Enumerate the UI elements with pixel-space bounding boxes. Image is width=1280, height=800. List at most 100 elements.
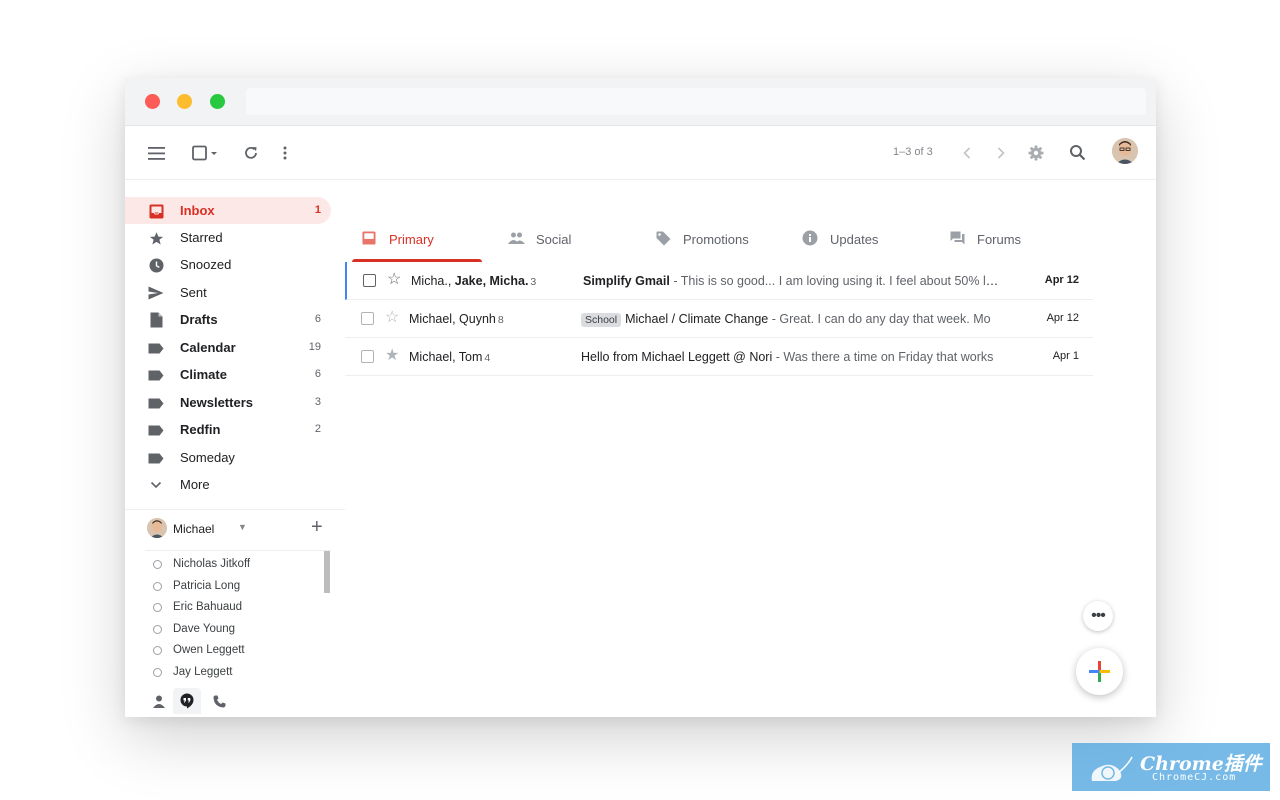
sidebar-item-redfin[interactable]: Redfin 2 bbox=[125, 416, 331, 443]
item-count: 19 bbox=[308, 341, 321, 353]
toolbar: 1–3 of 3 bbox=[125, 126, 1156, 180]
menu-icon[interactable] bbox=[145, 142, 167, 164]
sidebar-item-newsletters[interactable]: Newsletters 3 bbox=[125, 389, 331, 416]
hangouts-icon[interactable] bbox=[173, 688, 201, 714]
chevron-right-icon[interactable] bbox=[991, 142, 1011, 164]
minimize-window-button[interactable] bbox=[177, 94, 192, 109]
draft-icon bbox=[148, 312, 164, 328]
email-subject: Simplify Gmail bbox=[583, 274, 670, 288]
contact-name: Nicholas Jitkoff bbox=[173, 558, 251, 570]
unread-count: 1 bbox=[314, 204, 321, 216]
tab-forums[interactable]: Forums bbox=[940, 218, 1070, 262]
email-subject-snippet: School Michael / Climate Change - Great. … bbox=[581, 312, 1001, 327]
status-icon bbox=[153, 625, 162, 634]
status-icon bbox=[153, 603, 162, 612]
sidebar-item-calendar[interactable]: Calendar 19 bbox=[125, 334, 331, 361]
email-row[interactable]: ☆ Micha., Jake, Micha. 3 Simplify Gmail -… bbox=[345, 262, 1093, 300]
person-icon[interactable] bbox=[145, 688, 173, 714]
star-icon[interactable]: ★ bbox=[385, 347, 399, 365]
sidebar-item-inbox[interactable]: Inbox 1 bbox=[125, 197, 331, 224]
contact-item[interactable]: Jay Leggett bbox=[145, 663, 315, 683]
add-contact-button[interactable]: + bbox=[311, 517, 323, 537]
refresh-icon[interactable] bbox=[239, 141, 263, 165]
sidebar-item-sent[interactable]: Sent bbox=[125, 279, 331, 306]
forum-icon bbox=[948, 229, 966, 247]
tab-promotions[interactable]: Promotions bbox=[646, 218, 776, 262]
star-icon[interactable]: ☆ bbox=[387, 271, 401, 289]
contact-item[interactable]: Eric Bahuaud bbox=[145, 598, 315, 618]
email-snippet: - Was there a time on Friday that works bbox=[772, 350, 994, 364]
phone-icon[interactable] bbox=[205, 688, 233, 714]
account-avatar[interactable] bbox=[1112, 138, 1138, 164]
category-tabs: Primary Social Promotions Updates Forums bbox=[352, 218, 1092, 262]
snail-logo-icon bbox=[1091, 756, 1133, 781]
gear-icon[interactable] bbox=[1025, 141, 1047, 165]
compose-button[interactable] bbox=[1076, 648, 1123, 695]
status-icon bbox=[153, 582, 162, 591]
inbox-icon bbox=[148, 203, 164, 219]
sidebar: Inbox 1 Starred Snoozed Sent Drafts 6 Ca… bbox=[125, 180, 345, 717]
send-icon bbox=[148, 285, 164, 301]
label-icon bbox=[148, 340, 164, 356]
tab-label: Forums bbox=[977, 232, 1022, 247]
more-vert-icon[interactable] bbox=[275, 141, 295, 165]
email-date: Apr 12 bbox=[1044, 274, 1079, 286]
tab-primary[interactable]: Primary bbox=[352, 218, 482, 262]
row-checkbox[interactable] bbox=[361, 312, 374, 325]
sidebar-item-climate[interactable]: Climate 6 bbox=[125, 361, 331, 388]
contact-item[interactable]: Nicholas Jitkoff bbox=[145, 555, 315, 575]
more-options-button[interactable]: ••• bbox=[1083, 601, 1113, 631]
contact-name: Dave Young bbox=[173, 623, 236, 635]
sidebar-item-more[interactable]: More bbox=[125, 471, 331, 498]
hangouts-account[interactable]: Michael ▼ + bbox=[147, 516, 347, 546]
close-window-button[interactable] bbox=[145, 94, 160, 109]
sidebar-item-drafts[interactable]: Drafts 6 bbox=[125, 306, 331, 333]
tab-label: Social bbox=[536, 232, 572, 247]
label-chip[interactable]: School bbox=[581, 313, 622, 327]
star-icon[interactable]: ☆ bbox=[385, 309, 399, 327]
row-checkbox[interactable] bbox=[363, 274, 376, 287]
email-sender: Michael, Tom 4 bbox=[409, 350, 490, 364]
info-icon bbox=[801, 229, 819, 247]
tab-updates[interactable]: Updates bbox=[793, 218, 923, 262]
caret-down-icon[interactable]: ▼ bbox=[238, 522, 247, 532]
email-subject: Michael / Climate Change bbox=[625, 312, 769, 326]
sidebar-item-snoozed[interactable]: Snoozed bbox=[125, 251, 331, 278]
chevron-left-icon[interactable] bbox=[957, 142, 977, 164]
tab-label: Primary bbox=[389, 232, 434, 247]
watermark: Chrome插件 ChromeCJ.com bbox=[1072, 743, 1270, 791]
tab-social[interactable]: Social bbox=[499, 218, 629, 262]
title-bar bbox=[125, 78, 1156, 126]
email-sender: Michael, Quynh 8 bbox=[409, 312, 504, 326]
contact-item[interactable]: Dave Young bbox=[145, 620, 315, 640]
status-icon bbox=[153, 646, 162, 655]
email-subject-snippet: Hello from Michael Leggett @ Nori - Was … bbox=[581, 350, 1001, 364]
maximize-window-button[interactable] bbox=[210, 94, 225, 109]
email-row[interactable]: ★ Michael, Tom 4 Hello from Michael Legge… bbox=[345, 338, 1093, 376]
avatar bbox=[147, 518, 167, 538]
address-bar[interactable] bbox=[246, 88, 1146, 115]
people-icon bbox=[507, 229, 525, 247]
tab-label: Promotions bbox=[683, 232, 749, 247]
plus-icon bbox=[1089, 661, 1110, 682]
contact-item[interactable]: Owen Leggett bbox=[145, 641, 315, 661]
contact-name: Owen Leggett bbox=[173, 644, 245, 656]
status-icon bbox=[153, 668, 162, 677]
contact-name: Patricia Long bbox=[173, 580, 241, 592]
inbox-icon bbox=[360, 229, 378, 247]
sidebar-item-someday[interactable]: Someday bbox=[125, 444, 331, 471]
scrollbar[interactable] bbox=[324, 551, 330, 593]
search-icon[interactable] bbox=[1065, 140, 1089, 164]
status-icon bbox=[153, 560, 162, 569]
contact-name: Eric Bahuaud bbox=[173, 601, 243, 613]
item-count: 3 bbox=[314, 396, 321, 408]
label-icon bbox=[148, 395, 164, 411]
row-checkbox[interactable] bbox=[361, 350, 374, 363]
email-row[interactable]: ☆ Michael, Quynh 8 School Michael / Climat… bbox=[345, 300, 1093, 338]
select-all-checkbox[interactable] bbox=[189, 142, 221, 164]
email-date: Apr 1 bbox=[1052, 350, 1079, 362]
sidebar-item-starred[interactable]: Starred bbox=[125, 224, 331, 251]
contact-item[interactable]: Patricia Long bbox=[145, 577, 315, 597]
contact-list: Nicholas Jitkoff Patricia Long Eric Bahu… bbox=[145, 550, 331, 678]
sidebar-item-label: Climate bbox=[180, 367, 227, 382]
